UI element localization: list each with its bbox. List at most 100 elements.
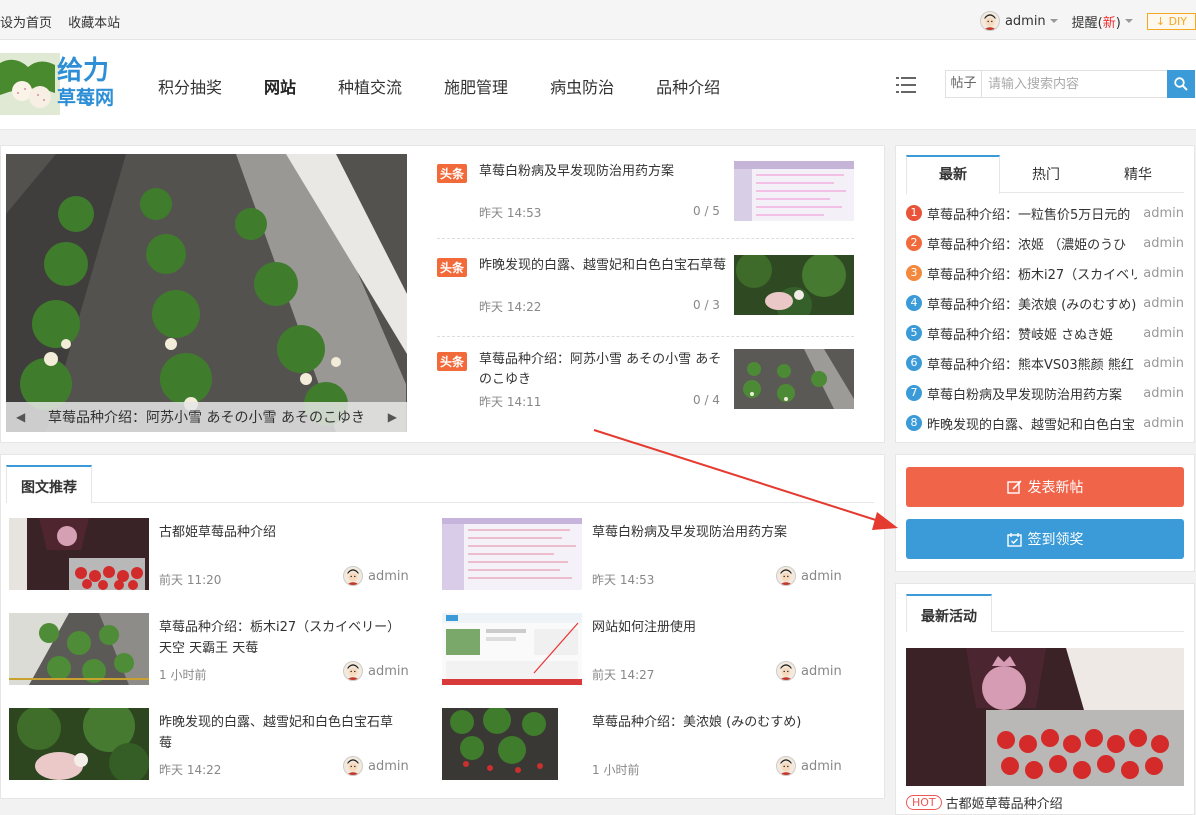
recommend-author[interactable]: admin bbox=[343, 661, 409, 681]
remind-link[interactable]: 提醒(新) bbox=[1072, 12, 1121, 31]
recommend-thumbnail[interactable] bbox=[442, 518, 582, 590]
author-avatar bbox=[343, 661, 363, 681]
site-logo[interactable]: 给力 草莓网 bbox=[0, 53, 124, 115]
recommend-item[interactable]: 草莓品种介绍：栃木i27（スカイベリー）天空 天霸王 天莓 1 小时前 admi… bbox=[9, 613, 409, 685]
list-item[interactable]: 2 草莓品种介绍：浓姬 （濃姫のうひ admin bbox=[906, 228, 1184, 258]
arrow-left-icon[interactable]: ◀ bbox=[16, 410, 25, 424]
headline-tag: 头条 bbox=[437, 258, 468, 277]
image-slider[interactable]: ◀ 草莓品种介绍：阿苏小雪 あその小雪 あそのこゆき ▶ bbox=[6, 154, 407, 432]
list-item-author[interactable]: admin bbox=[1143, 326, 1184, 341]
nav-item-pest[interactable]: 病虫防治 bbox=[550, 74, 614, 98]
recommend-thumbnail[interactable] bbox=[442, 613, 582, 685]
arrow-right-icon[interactable]: ▶ bbox=[388, 410, 397, 424]
list-item-title[interactable]: 草莓品种介绍：熊本VS03熊颜 熊红 bbox=[927, 354, 1137, 373]
recommend-title[interactable]: 草莓品种介绍：栃木i27（スカイベリー）天空 天霸王 天莓 bbox=[159, 617, 399, 659]
activity-caption-text[interactable]: 古都姬草莓品种介绍 bbox=[946, 793, 1063, 812]
chevron-down-icon[interactable] bbox=[1124, 19, 1133, 23]
hot-badge: HOT bbox=[906, 795, 942, 810]
list-item-author[interactable]: admin bbox=[1143, 386, 1184, 401]
recommend-item[interactable]: 草莓品种介绍：美浓娘 (みのむすめ) 1 小时前 admin bbox=[442, 708, 842, 780]
recommend-item[interactable]: 古都姫草莓品种介绍 前天 11:20 admin bbox=[9, 518, 409, 590]
list-item-title[interactable]: 草莓品种介绍：美浓娘 (みのむすめ) bbox=[927, 294, 1137, 313]
headline-thumbnail[interactable] bbox=[734, 255, 854, 315]
list-item-author[interactable]: admin bbox=[1143, 416, 1184, 431]
recommend-item[interactable]: 草莓白粉病及早发现防治用药方案 昨天 14:53 admin bbox=[442, 518, 842, 590]
bookmark-link[interactable]: 收藏本站 bbox=[68, 16, 120, 31]
search-scope-select[interactable]: 帖子 bbox=[946, 71, 982, 97]
menu-list-icon[interactable] bbox=[896, 76, 916, 94]
tab-latest[interactable]: 最新 bbox=[906, 155, 1000, 194]
recommend-item[interactable]: 昨晚发现的白露、越雪妃和白色白宝石草莓 昨天 14:22 admin bbox=[9, 708, 409, 780]
recommend-author[interactable]: admin bbox=[776, 756, 842, 776]
activity-caption[interactable]: HOT 古都姬草莓品种介绍 bbox=[906, 793, 1063, 812]
tab-featured[interactable]: 精华 bbox=[1092, 155, 1184, 192]
username-link[interactable]: admin bbox=[1005, 14, 1046, 29]
recommend-item[interactable]: 网站如何注册使用 前天 14:27 admin bbox=[442, 613, 842, 685]
list-item-author[interactable]: admin bbox=[1143, 296, 1184, 311]
headline-title[interactable]: 草莓品种介绍：阿苏小雪 あその小雪 あそのこゆき bbox=[479, 350, 729, 390]
tab-hot[interactable]: 热门 bbox=[1000, 155, 1092, 192]
recommend-author[interactable]: admin bbox=[776, 566, 842, 586]
nav-item-fertilizer[interactable]: 施肥管理 bbox=[444, 74, 508, 98]
list-item[interactable]: 5 草莓品种介绍：赞岐姬 さぬき姫 admin bbox=[906, 318, 1184, 348]
activity-image[interactable] bbox=[906, 648, 1184, 786]
headline-item[interactable]: 头条 昨晚发现的白露、越雪妃和白色白宝石草莓 昨天 14:22 0 / 3 bbox=[437, 249, 854, 337]
recommend-title[interactable]: 古都姫草莓品种介绍 bbox=[159, 522, 399, 543]
checkin-button[interactable]: 签到领奖 bbox=[906, 519, 1184, 559]
list-item-author[interactable]: admin bbox=[1143, 206, 1184, 221]
recommend-thumbnail[interactable] bbox=[442, 708, 582, 780]
list-item-title[interactable]: 草莓白粉病及早发现防治用药方案 bbox=[927, 384, 1137, 403]
list-item[interactable]: 3 草莓品种介绍：枥木i27（スカイベリ admin bbox=[906, 258, 1184, 288]
headline-thumbnail[interactable] bbox=[734, 349, 854, 409]
list-item[interactable]: 8 昨晚发现的白露、越雪妃和白色白宝 admin bbox=[906, 408, 1184, 438]
rank-badge: 4 bbox=[906, 295, 922, 311]
headline-item[interactable]: 头条 草莓白粉病及早发现防治用药方案 昨天 14:53 0 / 5 bbox=[437, 155, 854, 239]
nav-item-lottery[interactable]: 积分抽奖 bbox=[158, 74, 222, 98]
recommend-author[interactable]: admin bbox=[343, 566, 409, 586]
list-item-author[interactable]: admin bbox=[1143, 236, 1184, 251]
nav-item-planting[interactable]: 种植交流 bbox=[338, 74, 402, 98]
diy-label: DIY bbox=[1168, 14, 1187, 28]
search-input[interactable] bbox=[982, 71, 1167, 97]
list-item-title[interactable]: 昨晚发现的白露、越雪妃和白色白宝 bbox=[927, 414, 1137, 433]
recommend-title[interactable]: 昨晚发现的白露、越雪妃和白色白宝石草莓 bbox=[159, 712, 399, 754]
recommend-title[interactable]: 草莓白粉病及早发现防治用药方案 bbox=[592, 522, 832, 543]
list-item-title[interactable]: 草莓品种介绍：一粒售价5万日元的 bbox=[927, 204, 1137, 223]
top-bar: 设为首页 收藏本站 admin 提醒(新) ↓ DIY bbox=[0, 0, 1196, 40]
list-item[interactable]: 1 草莓品种介绍：一粒售价5万日元的 admin bbox=[906, 198, 1184, 228]
nav-item-varieties[interactable]: 品种介绍 bbox=[656, 74, 720, 98]
list-item[interactable]: 4 草莓品种介绍：美浓娘 (みのむすめ) admin bbox=[906, 288, 1184, 318]
recommend-author[interactable]: admin bbox=[776, 661, 842, 681]
rank-badge: 5 bbox=[906, 325, 922, 341]
slider-caption-text[interactable]: 草莓品种介绍：阿苏小雪 あその小雪 あそのこゆき bbox=[48, 407, 365, 427]
list-item-title[interactable]: 草莓品种介绍：浓姬 （濃姫のうひ bbox=[927, 234, 1137, 253]
list-item[interactable]: 7 草莓白粉病及早发现防治用药方案 admin bbox=[906, 378, 1184, 408]
headline-thumbnail[interactable] bbox=[734, 161, 854, 221]
headline-title[interactable]: 昨晚发现的白露、越雪妃和白色白宝石草莓 bbox=[479, 256, 729, 276]
headline-reply-count: 0 / 3 bbox=[693, 298, 720, 312]
author-name: admin bbox=[368, 758, 409, 774]
list-item-author[interactable]: admin bbox=[1143, 356, 1184, 371]
headline-tag: 头条 bbox=[437, 352, 468, 371]
list-item-author[interactable]: admin bbox=[1143, 266, 1184, 281]
search-button[interactable] bbox=[1167, 70, 1195, 98]
headline-reply-count: 0 / 4 bbox=[693, 393, 720, 407]
list-item[interactable]: 6 草莓品种介绍：熊本VS03熊颜 熊红 admin bbox=[906, 348, 1184, 378]
recommend-thumbnail[interactable] bbox=[9, 613, 149, 685]
recommend-thumbnail[interactable] bbox=[9, 518, 149, 590]
recommend-title[interactable]: 草莓品种介绍：美浓娘 (みのむすめ) bbox=[592, 712, 832, 733]
recommend-author[interactable]: admin bbox=[343, 756, 409, 776]
list-item-title[interactable]: 草莓品种介绍：赞岐姬 さぬき姫 bbox=[927, 324, 1137, 343]
list-item-title[interactable]: 草莓品种介绍：枥木i27（スカイベリ bbox=[927, 264, 1137, 283]
headline-item[interactable]: 头条 草莓品种介绍：阿苏小雪 あその小雪 あそのこゆき 昨天 14:11 0 /… bbox=[437, 343, 854, 427]
recommend-thumbnail[interactable] bbox=[9, 708, 149, 780]
diy-button[interactable]: ↓ DIY bbox=[1146, 12, 1196, 30]
author-avatar bbox=[776, 566, 796, 586]
headline-title[interactable]: 草莓白粉病及早发现防治用药方案 bbox=[479, 162, 729, 182]
chevron-down-icon[interactable] bbox=[1049, 19, 1058, 23]
set-home-link[interactable]: 设为首页 bbox=[0, 16, 52, 31]
user-avatar[interactable] bbox=[979, 11, 1000, 31]
post-new-thread-button[interactable]: 发表新帖 bbox=[906, 467, 1184, 507]
nav-item-site[interactable]: 网站 bbox=[264, 74, 296, 98]
recommend-title[interactable]: 网站如何注册使用 bbox=[592, 617, 832, 638]
